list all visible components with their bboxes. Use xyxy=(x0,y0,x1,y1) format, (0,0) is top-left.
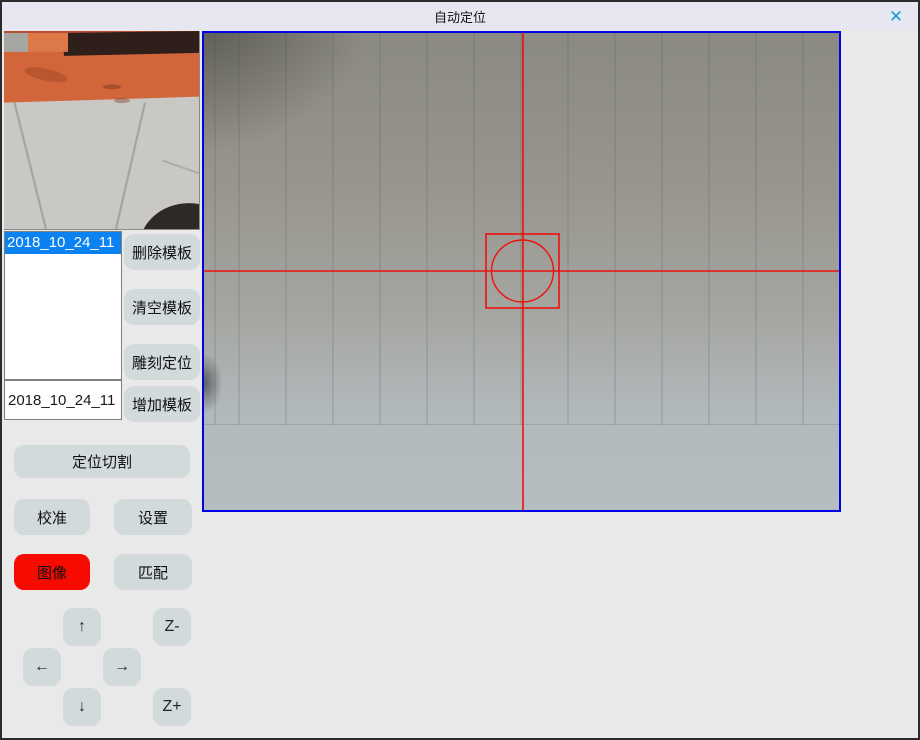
z-minus-button[interactable]: Z- xyxy=(153,608,191,646)
z-plus-button[interactable]: Z+ xyxy=(153,688,191,726)
calibrate-button[interactable]: 校准 xyxy=(14,499,90,535)
engrave-locate-button[interactable]: 雕刻定位 xyxy=(124,344,200,380)
auto-locate-window: 自动定位 ✕ 2018_10_24_11 删除模板 清空模板 雕刻定位 增加模板… xyxy=(0,0,920,740)
template-name-input[interactable] xyxy=(4,380,122,420)
close-icon[interactable]: ✕ xyxy=(884,5,908,27)
template-list[interactable]: 2018_10_24_11 xyxy=(4,231,122,380)
image-button[interactable]: 图像 xyxy=(14,554,90,590)
match-button[interactable]: 匹配 xyxy=(114,554,192,590)
window-title: 自动定位 xyxy=(434,7,486,26)
jog-left-button[interactable]: ← xyxy=(23,648,61,686)
clear-template-button[interactable]: 清空模板 xyxy=(124,289,200,325)
delete-template-button[interactable]: 删除模板 xyxy=(124,234,200,270)
crosshair-overlay xyxy=(204,33,839,510)
jog-down-button[interactable]: ↓ xyxy=(63,688,101,726)
template-preview-graphic xyxy=(4,31,199,229)
add-template-button[interactable]: 增加模板 xyxy=(124,386,200,422)
template-preview-image xyxy=(4,31,200,230)
titlebar: 自动定位 ✕ xyxy=(2,2,918,30)
jog-up-button[interactable]: ↑ xyxy=(63,608,101,646)
jog-right-button[interactable]: → xyxy=(103,648,141,686)
settings-button[interactable]: 设置 xyxy=(114,499,192,535)
template-list-item[interactable]: 2018_10_24_11 xyxy=(5,232,121,254)
locate-cut-button[interactable]: 定位切割 xyxy=(14,445,190,478)
camera-view[interactable] xyxy=(202,31,841,512)
